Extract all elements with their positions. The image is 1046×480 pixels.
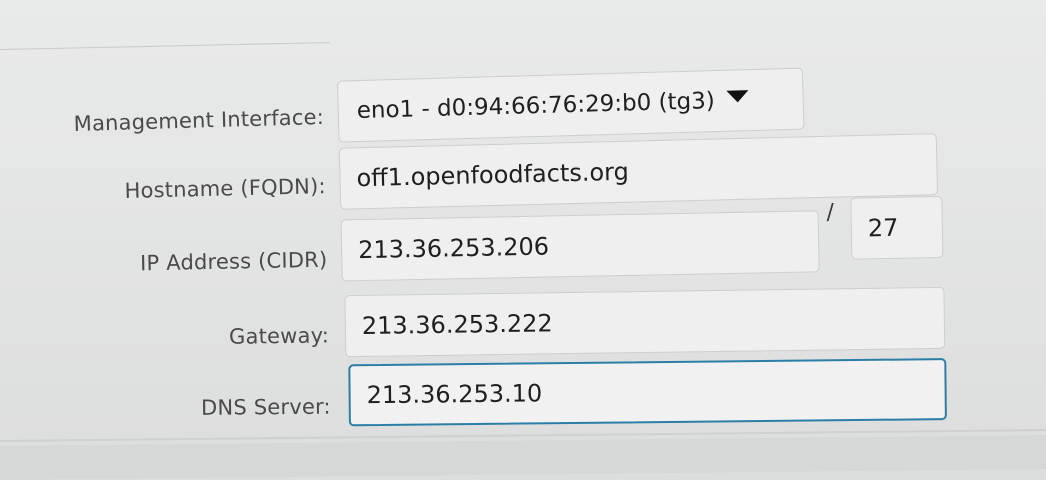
cidr-prefix-value: 27 (867, 213, 899, 243)
dns-server-row: DNS Server: 213.36.253.10 (0, 327, 1046, 427)
dns-server-label: DNS Server: (200, 394, 331, 420)
cidr-separator: / (826, 199, 835, 226)
dns-server-input[interactable]: 213.36.253.10 (348, 358, 947, 427)
cidr-prefix-input[interactable]: 27 (850, 195, 944, 260)
gateway-row: Gateway: 213.36.253.222 (0, 251, 1046, 358)
network-config-form: Management Interface: eno1 - d0:94:66:76… (0, 0, 1046, 480)
dns-server-value: 213.36.253.10 (366, 379, 543, 410)
